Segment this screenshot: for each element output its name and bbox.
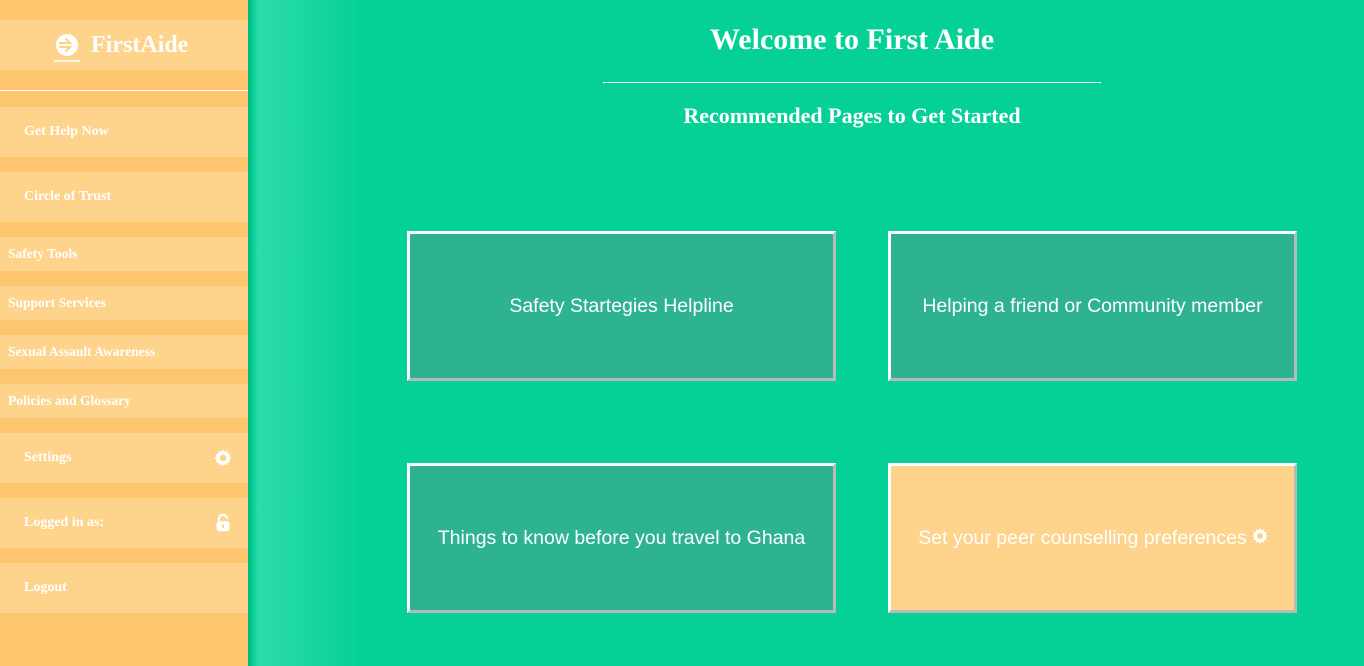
sidebar-item-logout[interactable]: Logout [0, 563, 248, 613]
sidebar-item-label: Logged in as: [24, 515, 105, 530]
card-helping-a-friend[interactable]: Helping a friend or Community member [888, 231, 1297, 381]
card-label: Safety Startegies Helpline [509, 294, 734, 317]
sidebar-divider [0, 90, 248, 91]
sidebar-shadow [248, 0, 358, 666]
page-subtitle: Recommended Pages to Get Started [683, 103, 1021, 128]
gear-icon [1252, 528, 1268, 544]
title-divider [603, 82, 1101, 83]
firstaide-logo-icon [54, 34, 80, 62]
sidebar-item-label: Get Help Now [24, 124, 109, 139]
sidebar-item-label: Support Services [8, 295, 106, 310]
lock-icon [216, 513, 230, 532]
sidebar-item-sexual-assault-awareness[interactable]: Sexual Assault Awareness [0, 335, 248, 369]
sidebar-item-support-services[interactable]: Support Services [0, 286, 248, 320]
sidebar: FirstAide Get Help Now Circle of Trust S… [0, 0, 248, 666]
card-label: Things to know before you travel to Ghan… [437, 526, 806, 549]
card-peer-counselling-preferences[interactable]: Set your peer counselling preferences [888, 463, 1297, 613]
gear-icon [214, 449, 232, 467]
card-travel-to-ghana[interactable]: Things to know before you travel to Ghan… [407, 463, 836, 613]
sidebar-item-label: Circle of Trust [24, 189, 112, 204]
sidebar-item-safety-tools[interactable]: Safety Tools [0, 237, 248, 271]
sidebar-item-label: Policies and Glossary [8, 393, 132, 408]
sidebar-item-circle-of-trust[interactable]: Circle of Trust [0, 172, 248, 222]
page-title: Welcome to First Aide [709, 23, 995, 56]
sidebar-item-label: Settings [24, 450, 72, 465]
card-label: Set your peer counselling preferences [918, 526, 1247, 549]
card-label: Helping a friend or Community member [922, 294, 1263, 317]
sidebar-item-get-help-now[interactable]: Get Help Now [0, 107, 248, 157]
sidebar-item-label: Safety Tools [8, 246, 78, 261]
brand-name: FirstAide [91, 32, 189, 58]
brand[interactable]: FirstAide [0, 20, 248, 70]
sidebar-item-policies-and-glossary[interactable]: Policies and Glossary [0, 384, 248, 418]
sidebar-item-logged-in-as[interactable]: Logged in as: [0, 498, 248, 548]
card-safety-strategies-helpline[interactable]: Safety Startegies Helpline [407, 231, 836, 381]
sidebar-item-settings[interactable]: Settings [0, 433, 248, 483]
sidebar-item-label: Logout [24, 580, 67, 595]
sidebar-item-label: Sexual Assault Awareness [8, 344, 156, 359]
